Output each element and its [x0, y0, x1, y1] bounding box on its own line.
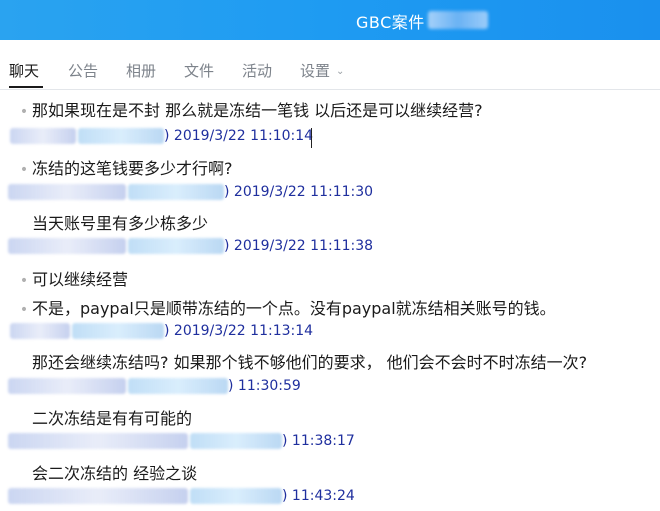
message-meta: ) 11:43:24 [8, 488, 660, 504]
bullet-icon: • [19, 302, 29, 318]
sender-id [72, 323, 164, 339]
message-time: 11:43:24 [291, 488, 355, 504]
tab-settings-label: 设置 [300, 62, 331, 80]
chat-message: • 可以继续经营 [16, 266, 660, 290]
tab-activities[interactable]: 活动 [242, 60, 272, 81]
message-meta: ) 2019/3/22 11:13:14 [10, 323, 660, 339]
sender-id [128, 238, 224, 254]
sender-id [190, 433, 282, 449]
chat-message: • 不是，paypal只是顺带冻结的一个点。没有paypal就冻结相关账号的钱。 [16, 295, 660, 319]
chat-message: 当天账号里有多少栋多少 [32, 214, 209, 233]
sender-id [190, 488, 282, 504]
sender-nickname [8, 184, 126, 200]
sender-id [78, 128, 164, 144]
active-tab-indicator [9, 86, 43, 88]
message-meta: ) 11:30:59 [8, 378, 660, 394]
chat-message: • 冻结的这笔钱要多少才行啊? [16, 155, 660, 179]
redacted-title-suffix [428, 11, 488, 29]
message-time: 2019/3/22 11:11:38 [233, 238, 374, 254]
message-meta: ) 2019/3/22 11:10:14 [10, 128, 660, 144]
text-cursor [311, 128, 312, 148]
tab-announcements[interactable]: 公告 [68, 60, 98, 81]
message-time: 11:38:17 [291, 433, 355, 449]
message-time: 2019/3/22 11:11:30 [233, 184, 374, 200]
sender-nickname [8, 488, 188, 504]
tab-settings[interactable]: 设置 ⌄ [300, 60, 344, 81]
tab-chat[interactable]: 聊天 [9, 60, 39, 81]
message-time: 2019/3/22 11:10:14 [173, 128, 314, 144]
sender-nickname [10, 128, 76, 144]
chat-message: • 那如果现在是不封 那么就是冻结一笔钱 以后还是可以继续经营? [16, 97, 660, 121]
chat-message: 二次冻结是有有可能的 [32, 409, 193, 428]
tab-album[interactable]: 相册 [126, 60, 156, 81]
message-meta: ) 2019/3/22 11:11:30 [8, 184, 660, 200]
message-meta: ) 11:38:17 [8, 433, 660, 449]
sender-nickname [8, 433, 188, 449]
chat-message: 那还会继续冻结吗? 如果那个钱不够他们的要求， 他们会不会时不时冻结一次? [32, 353, 588, 372]
sender-nickname [8, 238, 126, 254]
sender-id [128, 184, 224, 200]
message-time: 2019/3/22 11:13:14 [173, 323, 314, 339]
chevron-down-icon: ⌄ [336, 66, 345, 77]
window-title: GBC案件 [356, 13, 425, 32]
sender-id [128, 378, 228, 394]
bullet-icon: • [19, 162, 29, 178]
sender-nickname [8, 378, 126, 394]
tab-bar: 聊天 公告 相册 文件 活动 设置 ⌄ [0, 52, 660, 90]
tab-files[interactable]: 文件 [184, 60, 214, 81]
message-time: 11:30:59 [237, 378, 301, 394]
bullet-icon: • [19, 273, 29, 289]
message-meta: ) 2019/3/22 11:11:38 [8, 238, 660, 254]
bullet-icon: • [19, 104, 29, 120]
sender-nickname [10, 323, 70, 339]
title-bar: GBC案件 [0, 0, 660, 40]
chat-message: 会二次冻结的 经验之谈 [32, 464, 198, 483]
